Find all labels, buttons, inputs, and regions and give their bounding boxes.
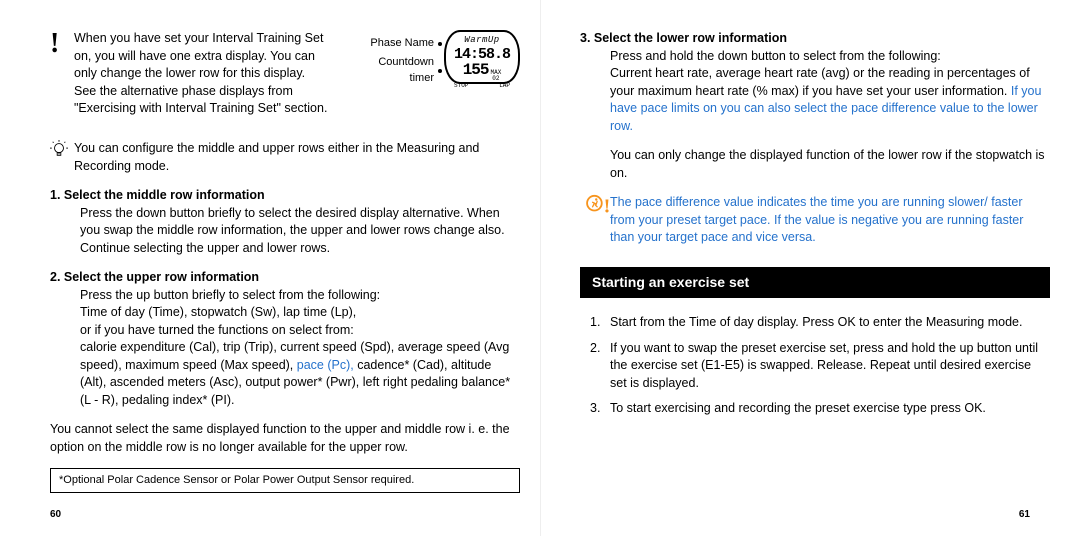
- step-item-1: 1.Start from the Time of day display. Pr…: [610, 314, 1050, 332]
- step-item-2: 2.If you want to swap the preset exercis…: [610, 340, 1050, 393]
- step-1-heading: 1. Select the middle row information: [50, 187, 520, 205]
- watch-heart-rate: 155: [463, 62, 489, 78]
- step-3-line-b: Current heart rate, average heart rate (…: [610, 65, 1050, 135]
- cannot-select-note: You cannot select the same displayed fun…: [50, 421, 520, 456]
- svg-text:!: !: [604, 195, 611, 216]
- starting-exercise-steps: 1.Start from the Time of day display. Pr…: [580, 314, 1050, 418]
- step-1-body: Press the down button briefly to select …: [50, 205, 520, 258]
- page-61: 3. Select the lower row information Pres…: [580, 30, 1050, 426]
- watch-phase: WarmUp: [450, 34, 514, 47]
- step-1: 1. Select the middle row information Pre…: [50, 187, 520, 257]
- page-60: ! When you have set your Interval Traini…: [50, 30, 520, 493]
- watch-time: 14:58.8: [450, 47, 514, 62]
- step-2-heading: 2. Select the upper row information: [50, 269, 520, 287]
- watch-lap-label: LAP: [499, 82, 510, 90]
- watch-display: WarmUp 14:58.8 155 MAX02 STOP LAP: [444, 30, 520, 84]
- step-3-line-a: Press and hold the down button to select…: [610, 48, 1050, 66]
- interval-note: ! When you have set your Interval Traini…: [50, 30, 330, 118]
- step-2-line-3: or if you have turned the functions on s…: [80, 322, 520, 340]
- bulb-note-text: You can configure the middle and upper r…: [74, 141, 479, 173]
- pace-difference-text: The pace difference value indicates the …: [610, 195, 1023, 244]
- step-2-line-1: Press the up button briefly to select fr…: [80, 287, 520, 305]
- step-item-3: 3.To start exercising and recording the …: [610, 400, 1050, 418]
- page-number-right: 61: [1019, 508, 1030, 522]
- footnote-text: *Optional Polar Cadence Sensor or Polar …: [59, 474, 414, 486]
- step-2-line-4: calorie expenditure (Cal), trip (Trip), …: [80, 339, 520, 409]
- leader-dot-icon: [438, 69, 442, 73]
- watch-stop-label: STOP: [454, 82, 468, 90]
- step-2: 2. Select the upper row information Pres…: [50, 269, 520, 409]
- step-3: 3. Select the lower row information Pres…: [580, 30, 1050, 135]
- pace-pc-highlight: pace (Pc),: [297, 358, 354, 372]
- runner-alert-icon: !: [586, 194, 610, 218]
- interval-note-text: When you have set your Interval Training…: [74, 31, 327, 115]
- leader-dot-icon: [438, 42, 442, 46]
- step-3-heading: 3. Select the lower row information: [580, 30, 1050, 48]
- page-number-left: 60: [50, 508, 61, 522]
- phase-name-label: Phase Name: [360, 36, 434, 51]
- exclamation-icon: !: [50, 30, 68, 58]
- section-heading-starting-exercise: Starting an exercise set: [580, 267, 1050, 299]
- lower-row-condition: You can only change the displayed functi…: [580, 147, 1050, 182]
- lightbulb-icon: [50, 140, 68, 158]
- bulb-note: You can configure the middle and upper r…: [50, 140, 520, 175]
- pace-difference-note: ! The pace difference value indicates th…: [586, 194, 1050, 247]
- page-divider: [540, 0, 541, 536]
- step-2-line-2: Time of day (Time), stopwatch (Sw), lap …: [80, 304, 520, 322]
- watch-figure: Phase Name Countdown timer WarmUp 14:58.…: [360, 30, 520, 90]
- footnote-box: *Optional Polar Cadence Sensor or Polar …: [50, 468, 520, 493]
- countdown-timer-label: Countdown timer: [360, 55, 434, 86]
